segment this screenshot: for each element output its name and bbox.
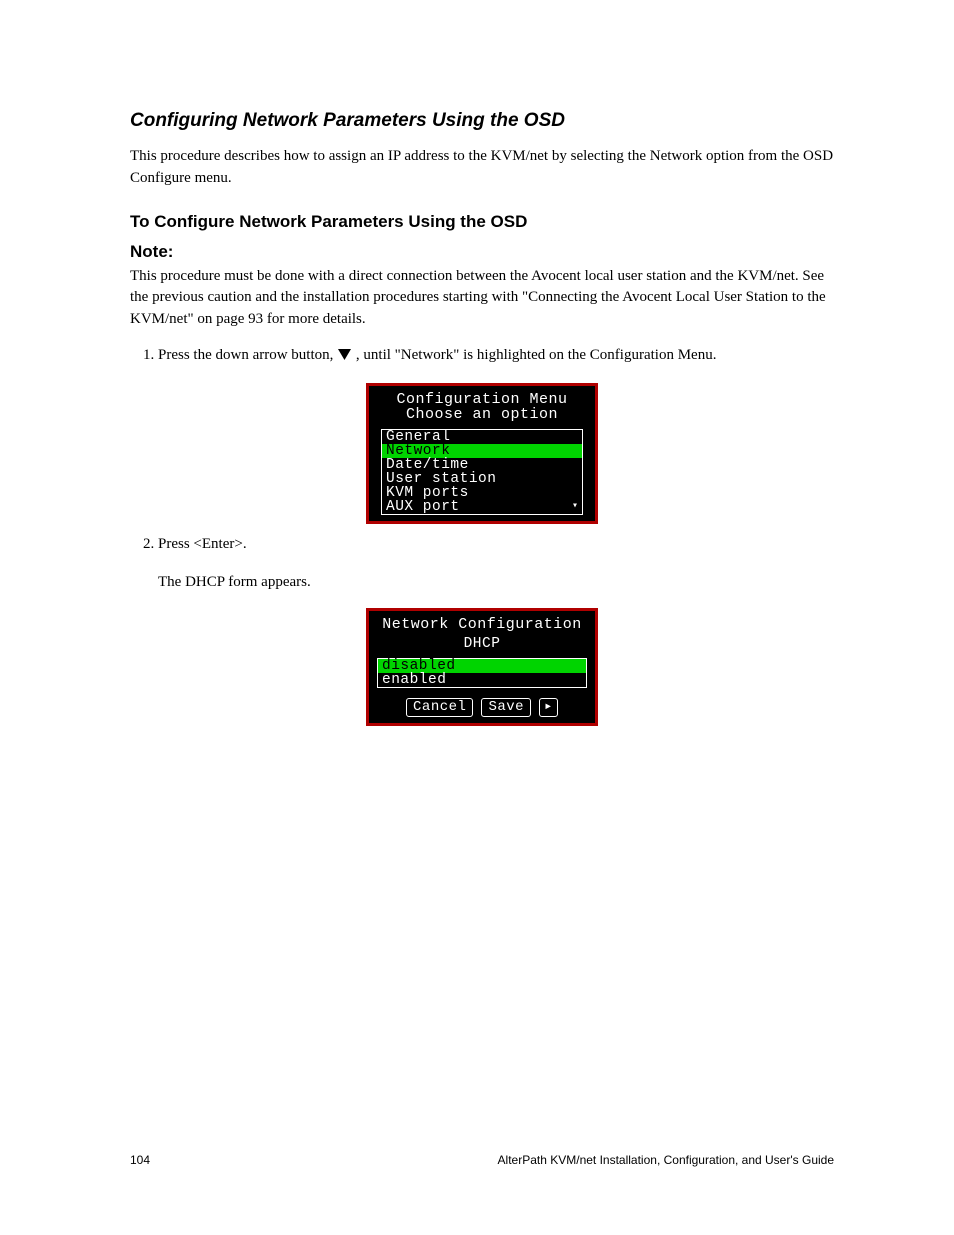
intro-paragraph: This procedure describes how to assign a… xyxy=(130,146,834,190)
osd2-option-disabled[interactable]: disabled xyxy=(378,659,586,673)
osd2-option-enabled[interactable]: enabled xyxy=(378,673,586,687)
osd2-button-bar: Cancel Save ▸ xyxy=(375,698,589,717)
osd-item-kvm-ports[interactable]: KVM ports xyxy=(382,486,582,500)
osd-item-user-station[interactable]: User station xyxy=(382,472,582,486)
cancel-button[interactable]: Cancel xyxy=(406,698,473,717)
note-text: This procedure must be done with a direc… xyxy=(130,268,826,328)
osd-title: Configuration Menu Choose an option xyxy=(375,392,589,424)
save-button[interactable]: Save xyxy=(481,698,531,717)
step-2-result: The DHCP form appears. xyxy=(158,572,834,594)
osd-item-general[interactable]: General xyxy=(382,430,582,444)
osd2-listbox[interactable]: disabled enabled xyxy=(377,658,587,688)
osd-title-line2: Choose an option xyxy=(406,406,558,423)
next-button[interactable]: ▸ xyxy=(539,698,558,717)
procedure-heading: To Configure Network Parameters Using th… xyxy=(130,212,834,232)
osd-item-datetime[interactable]: Date/time xyxy=(382,458,582,472)
osd-title-line1: Configuration Menu xyxy=(396,391,567,408)
page-footer: 104 AlterPath KVM/net Installation, Conf… xyxy=(130,1153,834,1167)
osd-network-config: Network Configuration DHCP disabled enab… xyxy=(366,608,598,727)
steps-list: Press the down arrow button, , until "Ne… xyxy=(130,345,834,367)
step-1-suffix: , until "Network" is highlighted on the … xyxy=(356,347,717,363)
osd-listbox[interactable]: General Network Date/time User station K… xyxy=(381,429,583,515)
figure-config-menu: Configuration Menu Choose an option Gene… xyxy=(130,383,834,525)
doc-title-footer: AlterPath KVM/net Installation, Configur… xyxy=(498,1153,834,1167)
osd-item-network[interactable]: Network xyxy=(382,444,582,458)
osd2-sub: DHCP xyxy=(375,636,589,652)
step-1-prefix: Press the down arrow button, xyxy=(158,347,337,363)
down-arrow-icon xyxy=(337,348,352,361)
step-1: Press the down arrow button, , until "Ne… xyxy=(158,345,834,367)
scroll-down-icon[interactable]: ▾ xyxy=(572,500,578,512)
section-title: Configuring Network Parameters Using the… xyxy=(130,110,834,132)
step-2: Press <Enter>. xyxy=(158,534,834,556)
osd-config-menu: Configuration Menu Choose an option Gene… xyxy=(366,383,598,525)
note-block: Note: This procedure must be done with a… xyxy=(130,242,834,331)
figure-dhcp: Network Configuration DHCP disabled enab… xyxy=(130,608,834,727)
osd-item-aux-port[interactable]: AUX port xyxy=(382,500,582,514)
steps-list-2: Press <Enter>. xyxy=(130,534,834,556)
osd2-title: Network Configuration xyxy=(375,617,589,633)
page-number: 104 xyxy=(130,1153,150,1167)
note-label: Note: xyxy=(130,242,834,262)
page: Configuring Network Parameters Using the… xyxy=(0,0,954,1235)
